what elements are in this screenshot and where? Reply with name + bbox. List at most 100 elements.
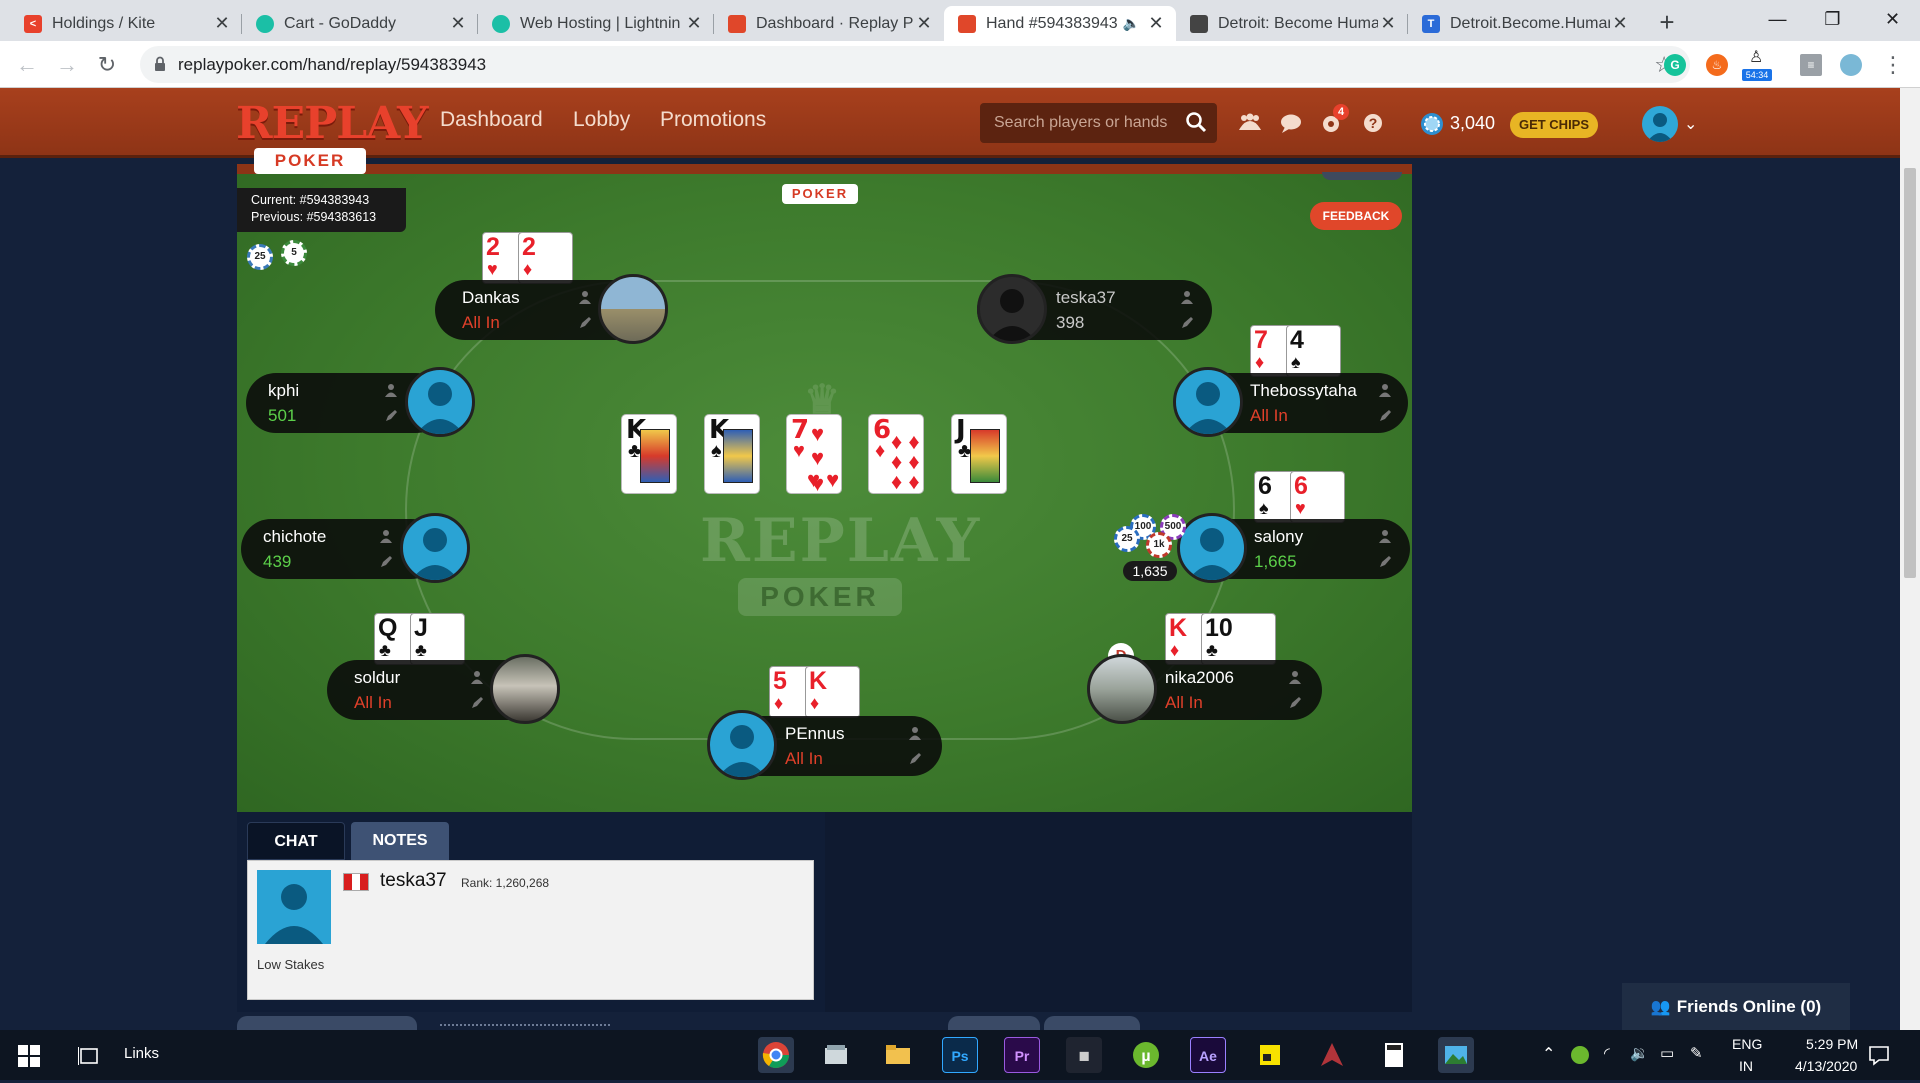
game-launcher-icon[interactable]	[1314, 1037, 1350, 1073]
profile-avatar[interactable]	[257, 870, 331, 944]
nav-promotions[interactable]: Promotions	[660, 108, 766, 132]
feedback-button[interactable]: FEEDBACK	[1310, 202, 1402, 230]
nav-lobby[interactable]: Lobby	[573, 108, 630, 132]
current-hand-id[interactable]: Current: #594383943	[251, 192, 406, 209]
action-center-icon[interactable]	[1868, 1044, 1890, 1066]
utorrent-icon[interactable]: µ	[1128, 1037, 1164, 1073]
language-indicator[interactable]: ENG	[1732, 1036, 1762, 1052]
minimize-window-button[interactable]: —	[1750, 0, 1805, 41]
restore-window-button[interactable]: ❐	[1805, 0, 1860, 41]
chevron-down-icon[interactable]: ⌄	[1684, 114, 1697, 134]
edit-note-icon[interactable]	[1378, 555, 1392, 569]
player-avatar[interactable]	[707, 710, 777, 780]
after-effects-icon[interactable]: Ae	[1190, 1037, 1226, 1073]
close-tab-icon[interactable]: ✕	[448, 13, 468, 34]
calculator-icon[interactable]	[1376, 1037, 1412, 1073]
player-info-icon[interactable]	[1378, 383, 1392, 397]
edit-note-icon[interactable]	[379, 555, 393, 569]
grammarly-extension-icon[interactable]: G	[1664, 54, 1686, 76]
edit-note-icon[interactable]	[1288, 696, 1302, 710]
edit-note-icon[interactable]	[384, 409, 398, 423]
windows-start-icon[interactable]	[18, 1045, 40, 1067]
profile-username[interactable]: teska37	[380, 870, 447, 892]
file-explorer-icon[interactable]	[880, 1037, 916, 1073]
clock-time[interactable]: 5:29 PM	[1806, 1036, 1858, 1052]
close-tab-icon[interactable]: ✕	[1378, 13, 1398, 34]
reload-icon[interactable]: ↻	[92, 50, 122, 80]
browser-tab-hosting[interactable]: Web Hosting | Lightnin ✕	[478, 6, 714, 41]
player-avatar[interactable]	[405, 367, 475, 437]
language-region[interactable]: IN	[1739, 1058, 1753, 1074]
profile-avatar-icon[interactable]	[1840, 54, 1862, 76]
chrome-taskbar-icon[interactable]	[758, 1037, 794, 1073]
player-avatar[interactable]	[400, 513, 470, 583]
previous-hand-id[interactable]: Previous: #594383613	[251, 209, 406, 226]
premiere-icon[interactable]: Pr	[1004, 1037, 1040, 1073]
audio-playing-icon[interactable]: 🔈	[1123, 15, 1140, 32]
links-toolbar[interactable]: Links	[124, 1045, 159, 1062]
player-avatar[interactable]	[1177, 513, 1247, 583]
player-avatar[interactable]	[1087, 654, 1157, 724]
tab-chat[interactable]: CHAT	[247, 822, 345, 860]
show-hidden-icons[interactable]: ⌃	[1542, 1044, 1555, 1064]
player-search-input[interactable]: Search players or hands	[980, 103, 1217, 143]
get-chips-button[interactable]: GET CHIPS	[1510, 112, 1598, 138]
battery-icon[interactable]: ▭	[1660, 1044, 1674, 1062]
fire-extension-icon[interactable]: ♨	[1706, 54, 1728, 76]
close-window-button[interactable]: ✕	[1865, 0, 1920, 41]
prev-step-button[interactable]	[948, 1016, 1040, 1030]
close-tab-icon[interactable]: ✕	[914, 13, 934, 34]
player-avatar[interactable]	[1173, 367, 1243, 437]
browser-tab-dashboard[interactable]: Dashboard · Replay Pol ✕	[714, 6, 944, 41]
player-info-icon[interactable]	[578, 290, 592, 304]
edit-note-icon[interactable]	[1180, 316, 1194, 330]
wifi-icon[interactable]: ◜	[1604, 1044, 1610, 1062]
player-info-icon[interactable]	[908, 726, 922, 740]
player-info-icon[interactable]	[379, 529, 393, 543]
player-info-icon[interactable]	[1378, 529, 1392, 543]
volume-icon[interactable]: 🔉	[1630, 1044, 1649, 1062]
url-omnibox[interactable]: replaypoker.com/hand/replay/594383943 ☆	[140, 46, 1690, 83]
edit-note-icon[interactable]	[1378, 409, 1392, 423]
edit-note-icon[interactable]	[578, 316, 592, 330]
chat-bubble-icon[interactable]	[1279, 112, 1303, 134]
search-icon[interactable]	[1185, 111, 1207, 133]
page-scrollbar[interactable]	[1900, 88, 1920, 1030]
browser-tab-hand-active[interactable]: Hand #594383943 🔈 ✕	[944, 6, 1176, 41]
edit-note-icon[interactable]	[470, 696, 484, 710]
photos-app-icon[interactable]	[1438, 1037, 1474, 1073]
browser-tab-kite[interactable]: < Holdings / Kite ✕	[10, 6, 242, 41]
nav-dashboard[interactable]: Dashboard	[440, 108, 543, 132]
player-avatar[interactable]	[490, 654, 560, 724]
friends-online-button[interactable]: 👥 Friends Online (0)	[1622, 983, 1850, 1030]
new-tab-button[interactable]: +	[1652, 8, 1682, 36]
file-explorer-alt-icon[interactable]	[818, 1037, 854, 1073]
timer-extension-icon[interactable]: ♙ 54:34	[1742, 47, 1772, 81]
clock-date[interactable]: 4/13/2020	[1795, 1058, 1857, 1074]
close-tab-icon[interactable]: ✕	[212, 13, 232, 34]
browser-tab-detroit-2[interactable]: T Detroit.Become.Human ✕	[1408, 6, 1640, 41]
player-info-icon[interactable]	[1288, 670, 1302, 684]
browser-tab-detroit-1[interactable]: Detroit: Become Huma ✕	[1176, 6, 1408, 41]
player-avatar[interactable]	[977, 274, 1047, 344]
sticky-notes-icon[interactable]	[1252, 1037, 1288, 1073]
photoshop-icon[interactable]: Ps	[942, 1037, 978, 1073]
replay-poker-logo[interactable]: REPLAY POKER	[236, 98, 428, 178]
back-arrow-icon[interactable]: ←	[12, 50, 42, 80]
close-tab-icon[interactable]: ✕	[1610, 13, 1630, 34]
player-info-icon[interactable]	[470, 670, 484, 684]
media-control-icon[interactable]: ≡	[1800, 54, 1822, 76]
task-view-icon[interactable]	[78, 1045, 100, 1067]
save-hand-button[interactable]	[237, 1016, 417, 1030]
media-app-icon[interactable]: ◼	[1066, 1037, 1102, 1073]
help-icon[interactable]: ?	[1361, 112, 1385, 134]
notifications-icon[interactable]: 4	[1319, 104, 1349, 134]
user-avatar[interactable]	[1642, 106, 1678, 142]
edit-note-icon[interactable]	[908, 752, 922, 766]
tab-notes[interactable]: NOTES	[351, 822, 449, 860]
close-tab-icon[interactable]: ✕	[1146, 13, 1166, 34]
browser-tab-godaddy[interactable]: Cart - GoDaddy ✕	[242, 6, 478, 41]
forward-arrow-icon[interactable]: →	[52, 50, 82, 80]
player-avatar[interactable]	[598, 274, 668, 344]
next-step-button[interactable]	[1044, 1016, 1140, 1030]
